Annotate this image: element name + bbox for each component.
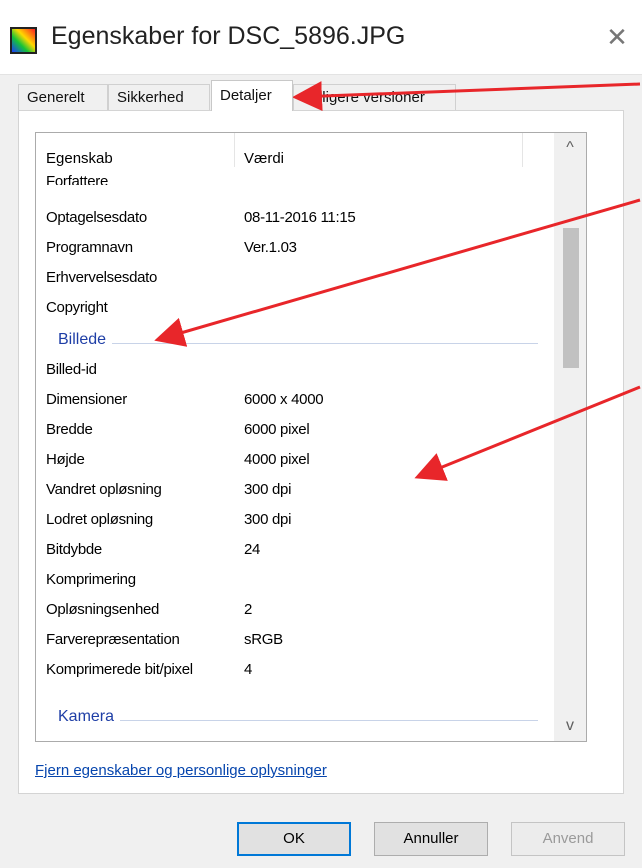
scroll-down-icon[interactable]: v — [554, 711, 586, 741]
scrollbar-thumb[interactable] — [563, 228, 579, 368]
column-divider[interactable] — [234, 133, 235, 167]
tab-general[interactable]: Generelt — [18, 84, 108, 110]
property-name: Vandret opløsning — [46, 481, 162, 498]
list-item[interactable]: Programnavn Ver.1.03 — [36, 233, 556, 263]
scroll-up-icon[interactable]: ^ — [554, 133, 586, 163]
details-list[interactable]: Egenskab Værdi Forfattere Optagelsesdato… — [35, 132, 587, 742]
property-name: Bredde — [46, 421, 93, 438]
list-item[interactable]: Komprimering — [36, 565, 556, 595]
tab-details[interactable]: Detaljer — [211, 80, 293, 111]
property-value: 08-11-2016 11:15 — [244, 209, 356, 226]
group-divider — [66, 343, 538, 344]
title-bar: Egenskaber for DSC_5896.JPG ✕ — [0, 0, 642, 75]
property-name: Højde — [46, 451, 85, 468]
remove-properties-link[interactable]: Fjern egenskaber og personlige oplysning… — [35, 762, 327, 779]
tab-previous-versions[interactable]: Tidligere versioner — [293, 84, 456, 110]
apply-button[interactable]: Anvend — [511, 822, 625, 856]
property-name: Optagelsesdato — [46, 209, 147, 226]
group-label: Kamera — [58, 708, 121, 726]
window-title: Egenskaber for DSC_5896.JPG — [51, 22, 406, 50]
list-header: Egenskab Værdi — [36, 133, 556, 167]
tab-security[interactable]: Sikkerhed — [108, 84, 210, 110]
list-item[interactable]: Vandret opløsning 300 dpi — [36, 475, 556, 505]
property-value: Ver.1.03 — [244, 239, 297, 256]
group-header-image[interactable]: Billede — [36, 325, 556, 355]
list-item[interactable]: Højde 4000 pixel — [36, 445, 556, 475]
property-name: Programnavn — [46, 239, 133, 256]
list-item[interactable]: Forfattere — [36, 163, 556, 185]
properties-app-icon — [10, 27, 37, 54]
property-name: Bitdybde — [46, 541, 102, 558]
property-name: Copyright — [46, 299, 108, 316]
property-name: Forfattere — [46, 173, 109, 185]
list-item[interactable]: Billed-id — [36, 355, 556, 385]
list-item[interactable]: Optagelsesdato 08-11-2016 11:15 — [36, 203, 556, 233]
vertical-scrollbar[interactable]: ^ v — [554, 133, 586, 741]
property-name: Komprimerede bit/pixel — [46, 661, 193, 678]
property-value: 300 dpi — [244, 511, 292, 528]
property-value: 6000 pixel — [244, 421, 310, 438]
group-label: Billede — [58, 331, 113, 349]
property-value: 24 — [244, 541, 261, 558]
property-value: 300 dpi — [244, 481, 292, 498]
property-name: Opløsningsenhed — [46, 601, 160, 618]
list-item[interactable]: Copyright — [36, 293, 556, 323]
column-divider[interactable] — [522, 133, 523, 167]
list-item[interactable]: Bredde 6000 pixel — [36, 415, 556, 445]
property-name: Komprimering — [46, 571, 136, 588]
group-divider — [66, 720, 538, 721]
list-item[interactable]: Lodret opløsning 300 dpi — [36, 505, 556, 535]
list-item[interactable]: Erhvervelsesdato — [36, 263, 556, 293]
property-value: 4000 pixel — [244, 451, 310, 468]
list-item[interactable]: Bitdybde 24 — [36, 535, 556, 565]
property-name: Lodret opløsning — [46, 511, 153, 528]
close-icon[interactable]: ✕ — [600, 20, 634, 54]
property-name: Erhvervelsesdato — [46, 269, 158, 286]
property-value: 6000 x 4000 — [244, 391, 324, 408]
list-item[interactable]: Farverepræsentation sRGB — [36, 625, 556, 655]
property-name: Billed-id — [46, 361, 97, 378]
property-value: 2 — [244, 601, 253, 618]
property-value: 4 — [244, 661, 253, 678]
cancel-button[interactable]: Annuller — [374, 822, 488, 856]
property-name: Dimensioner — [46, 391, 127, 408]
list-item[interactable]: Opløsningsenhed 2 — [36, 595, 556, 625]
group-header-camera[interactable]: Kamera — [36, 702, 556, 732]
property-value: sRGB — [244, 631, 283, 648]
list-item[interactable]: Dimensioner 6000 x 4000 — [36, 385, 556, 415]
property-name: Farverepræsentation — [46, 631, 180, 648]
ok-button[interactable]: OK — [237, 822, 351, 856]
list-item[interactable]: Komprimerede bit/pixel 4 — [36, 655, 556, 685]
